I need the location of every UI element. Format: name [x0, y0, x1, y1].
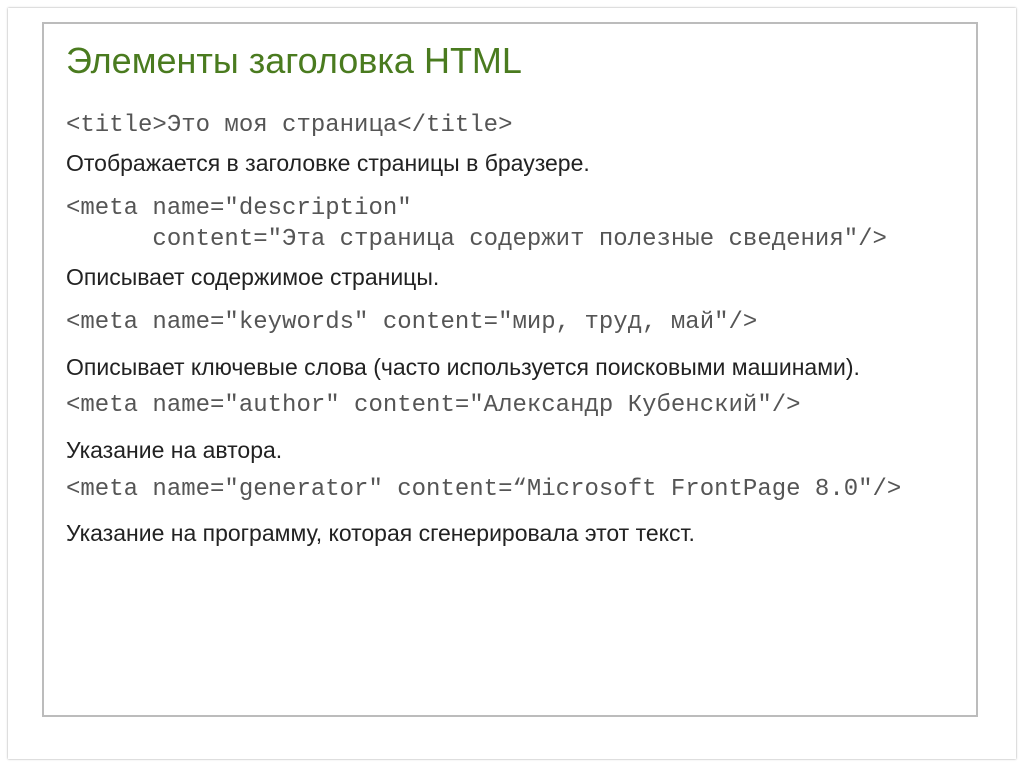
content-box: Элементы заголовка HTML <title>Это моя с… — [42, 22, 978, 717]
desc-text: Указание на программу, которая сгенериро… — [66, 519, 954, 549]
desc-block-description: Описывает содержимое страницы. — [66, 263, 954, 293]
desc-block-title: Отображается в заголовке страницы в брау… — [66, 149, 954, 179]
code-block-title: <title>Это моя страница</title> — [66, 110, 954, 141]
slide-frame: Элементы заголовка HTML <title>Это моя с… — [8, 8, 1016, 759]
code-block-description: <meta name="description" content="Эта ст… — [66, 193, 954, 255]
desc-block-keywords: Описывает ключевые слова (часто использу… — [66, 353, 954, 383]
code-block-generator: <meta name="generator" content=“Microsof… — [66, 474, 954, 505]
code-block-author: <meta name="author" content="Александр К… — [66, 390, 954, 421]
code-text: <meta name="generator" content=“Microsof… — [66, 474, 954, 505]
code-text: <meta name="keywords" content="мир, труд… — [66, 307, 954, 338]
code-text: <meta name="description" content="Эта ст… — [66, 193, 954, 255]
desc-text: Описывает содержимое страницы. — [66, 263, 954, 293]
desc-text: Указание на автора. — [66, 436, 954, 466]
desc-block-generator: Указание на программу, которая сгенериро… — [66, 519, 954, 549]
code-text: <meta name="author" content="Александр К… — [66, 390, 954, 421]
code-block-keywords: <meta name="keywords" content="мир, труд… — [66, 307, 954, 338]
slide-title: Элементы заголовка HTML — [66, 40, 954, 82]
desc-block-author: Указание на автора. — [66, 436, 954, 466]
code-text: <title>Это моя страница</title> — [66, 110, 954, 141]
desc-text: Отображается в заголовке страницы в брау… — [66, 149, 954, 179]
desc-text: Описывает ключевые слова (часто использу… — [66, 353, 954, 383]
